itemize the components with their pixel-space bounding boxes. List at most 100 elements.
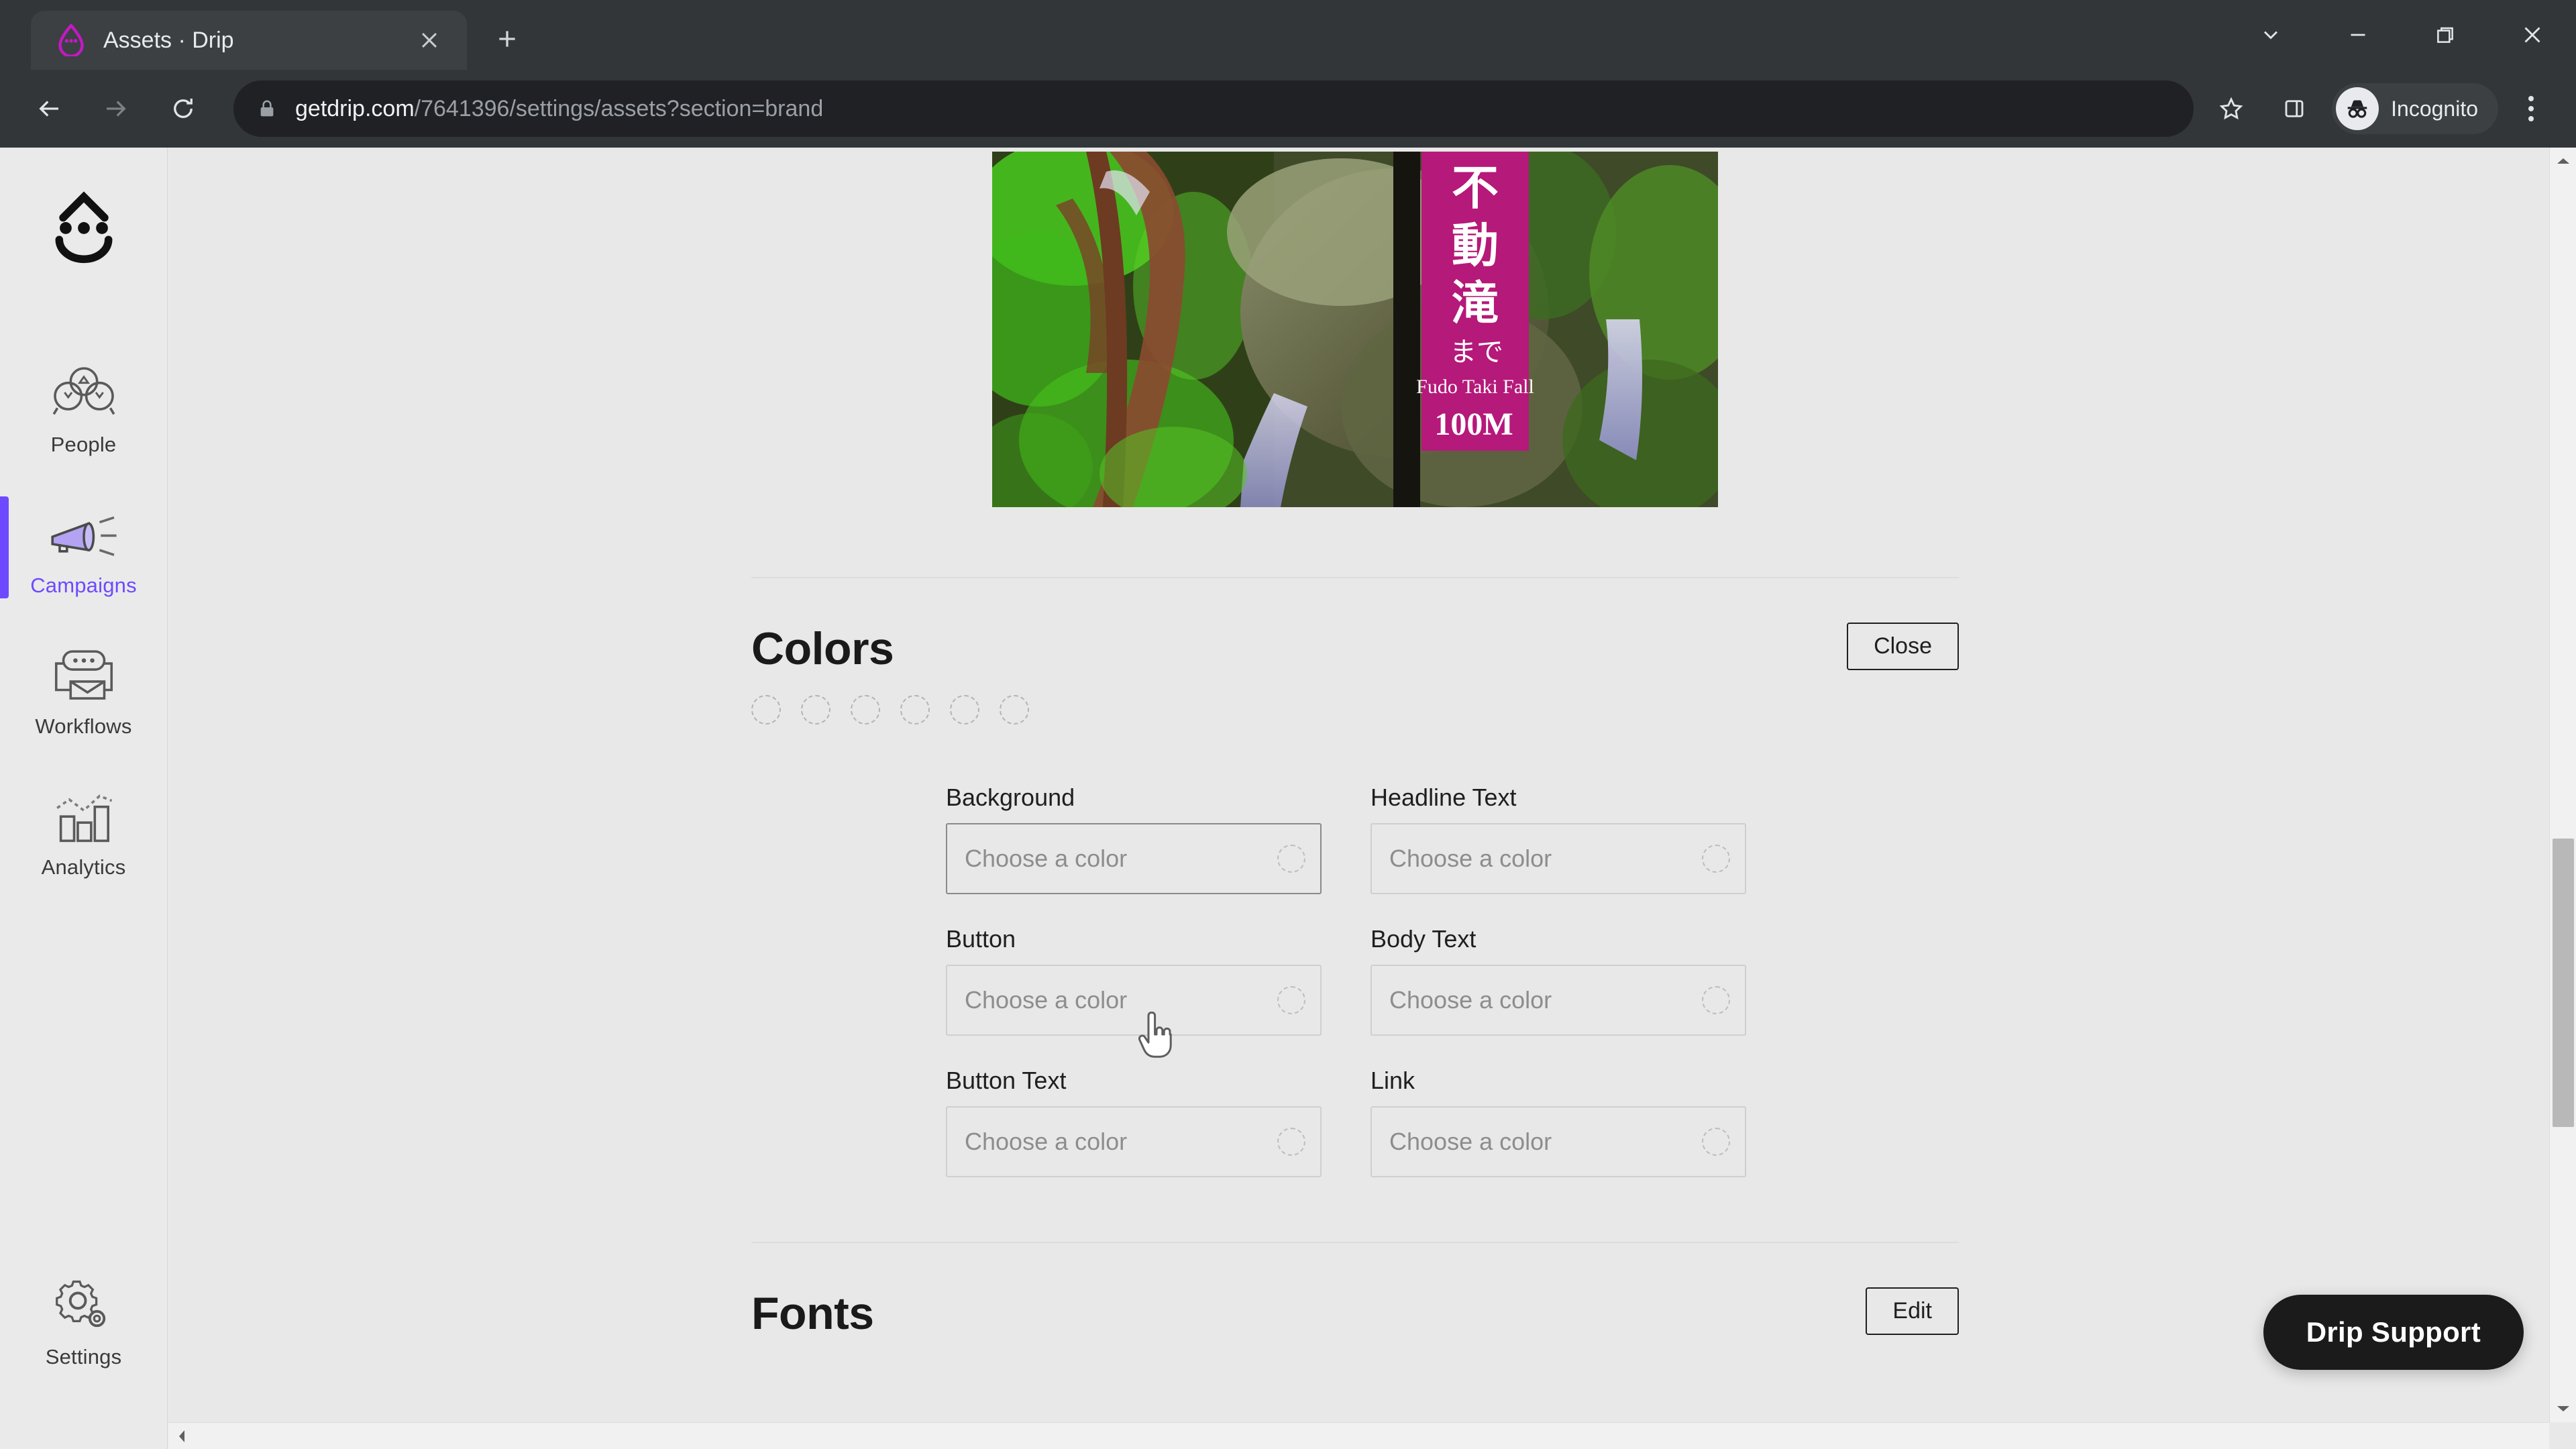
field-label: Button Text [946, 1067, 1067, 1094]
megaphone-icon [48, 496, 120, 561]
color-field-link: Link Choose a color [1371, 1067, 1746, 1177]
back-button[interactable] [20, 80, 78, 138]
restore-window-button[interactable] [2402, 0, 2489, 70]
color-field-headline-text: Headline Text Choose a color [1371, 784, 1746, 894]
placeholder-text: Choose a color [965, 1128, 1128, 1155]
sidebar-item-workflows[interactable]: Workflows [0, 617, 168, 758]
url-host: getdrip.com [295, 95, 415, 121]
drip-face-logo-icon[interactable] [34, 180, 134, 274]
svg-text:100M: 100M [1434, 407, 1513, 442]
color-swatch-empty[interactable] [950, 695, 979, 724]
three-dot-menu-icon[interactable] [2506, 83, 2556, 134]
color-field-button: Button Choose a color [946, 925, 1322, 1036]
color-field-button-text: Button Text Choose a color [946, 1067, 1322, 1177]
fonts-section: Fonts Edit [751, 1243, 1959, 1420]
tab-strip: Assets · Drip [0, 0, 2576, 70]
color-preview-dot [1277, 1128, 1305, 1156]
colors-section-title: Colors [751, 623, 894, 674]
new-tab-button[interactable] [482, 13, 533, 64]
forward-button[interactable] [87, 80, 145, 138]
incognito-profile-label: Incognito [2391, 96, 2478, 121]
sidebar-item-label: Workflows [35, 714, 132, 738]
tab-title: Assets · Drip [103, 27, 234, 53]
field-label: Headline Text [1371, 784, 1517, 811]
color-swatch-empty[interactable] [900, 695, 930, 724]
tab-search-button[interactable] [2227, 0, 2314, 70]
window-controls [2227, 0, 2576, 70]
button-text-color-input[interactable]: Choose a color [946, 1106, 1322, 1177]
placeholder-text: Choose a color [1389, 845, 1552, 872]
bar-chart-icon [51, 777, 117, 843]
color-swatch-empty[interactable] [851, 695, 880, 724]
horizontal-scrollbar[interactable] [168, 1422, 2549, 1449]
color-field-body-text: Body Text Choose a color [1371, 925, 1746, 1036]
body-text-color-input[interactable]: Choose a color [1371, 965, 1746, 1036]
background-color-input[interactable]: Choose a color [946, 823, 1322, 894]
sidebar-item-label: Settings [45, 1345, 122, 1368]
color-preview-dot [1277, 986, 1305, 1014]
sidebar-item-campaigns[interactable]: Campaigns [0, 476, 168, 617]
page-viewport: People Campaigns Workflows Analytics Set… [0, 148, 2576, 1449]
sidebar-item-analytics[interactable]: Analytics [0, 758, 168, 899]
svg-text:まで: まで [1450, 337, 1503, 368]
lock-icon [256, 98, 278, 119]
vertical-scrollbar[interactable] [2549, 148, 2576, 1422]
placeholder-text: Choose a color [1389, 986, 1552, 1014]
settings-content: 不 動 滝 まで Fudo Taki Fall 100M Colors Clos… [168, 148, 2542, 1420]
color-preview-dot [1277, 845, 1305, 873]
fonts-edit-button[interactable]: Edit [1866, 1287, 1959, 1336]
color-preview-dot [1702, 845, 1730, 873]
color-swatch-empty[interactable] [751, 695, 781, 724]
scroll-down-arrow-icon[interactable] [2550, 1395, 2576, 1422]
tab-close-icon[interactable] [409, 20, 449, 60]
field-label: Link [1371, 1067, 1415, 1094]
color-swatch-empty[interactable] [801, 695, 830, 724]
incognito-icon [2336, 87, 2379, 130]
side-panel-icon[interactable] [2269, 83, 2320, 134]
people-icon [49, 355, 119, 421]
reload-button[interactable] [154, 80, 212, 138]
settings-content-scroll: 不 動 滝 まで Fudo Taki Fall 100M Colors Clos… [168, 148, 2576, 1449]
minimize-button[interactable] [2314, 0, 2402, 70]
drip-droplet-icon [56, 23, 86, 58]
colors-close-button[interactable]: Close [1847, 623, 1959, 671]
placeholder-text: Choose a color [965, 845, 1128, 872]
browser-toolbar: getdrip.com/7641396/settings/assets?sect… [0, 70, 2576, 148]
gear-icon [52, 1267, 116, 1333]
colors-section: Colors Close Background Choose a color H… [751, 578, 1959, 1177]
incognito-profile-chip[interactable]: Incognito [2332, 83, 2498, 134]
headline-text-color-input[interactable]: Choose a color [1371, 823, 1746, 894]
bookmark-star-icon[interactable] [2206, 83, 2257, 134]
drip-support-button[interactable]: Drip Support [2263, 1295, 2524, 1370]
color-fields-grid: Background Choose a color Headline Text … [946, 784, 1959, 1177]
color-field-background: Background Choose a color [946, 784, 1322, 894]
close-window-button[interactable] [2489, 0, 2576, 70]
sidebar-item-settings[interactable]: Settings [0, 1248, 168, 1389]
field-label: Body Text [1371, 925, 1477, 953]
color-swatch-empty[interactable] [1000, 695, 1029, 724]
vertical-scrollbar-thumb[interactable] [2553, 839, 2574, 1127]
button-color-input[interactable]: Choose a color [946, 965, 1322, 1036]
scroll-up-arrow-icon[interactable] [2550, 148, 2576, 174]
fonts-section-title: Fonts [751, 1288, 874, 1339]
browser-window: Assets · Drip getdrip.com/7641396/settin… [0, 0, 2576, 1449]
sidebar-item-people[interactable]: People [0, 335, 168, 476]
svg-text:動: 動 [1452, 218, 1499, 273]
sidebar-item-label: People [50, 433, 117, 456]
workflow-icon [49, 637, 119, 702]
color-preview-dot [1702, 1128, 1730, 1156]
placeholder-text: Choose a color [965, 986, 1128, 1014]
svg-text:Fudo Taki Fall: Fudo Taki Fall [1416, 376, 1534, 398]
brand-hero-image[interactable]: 不 動 滝 まで Fudo Taki Fall 100M [992, 152, 1718, 507]
svg-text:滝: 滝 [1452, 276, 1499, 331]
field-label: Button [946, 925, 1016, 953]
address-bar[interactable]: getdrip.com/7641396/settings/assets?sect… [233, 80, 2194, 137]
app-sidebar: People Campaigns Workflows Analytics Set… [0, 148, 168, 1449]
address-bar-url: getdrip.com/7641396/settings/assets?sect… [295, 96, 823, 122]
placeholder-text: Choose a color [1389, 1128, 1552, 1155]
link-color-input[interactable]: Choose a color [1371, 1106, 1746, 1177]
brand-image-block: 不 動 滝 まで Fudo Taki Fall 100M [168, 148, 2542, 507]
field-label: Background [946, 784, 1075, 811]
browser-tab[interactable]: Assets · Drip [31, 11, 467, 70]
scroll-left-arrow-icon[interactable] [168, 1429, 195, 1444]
